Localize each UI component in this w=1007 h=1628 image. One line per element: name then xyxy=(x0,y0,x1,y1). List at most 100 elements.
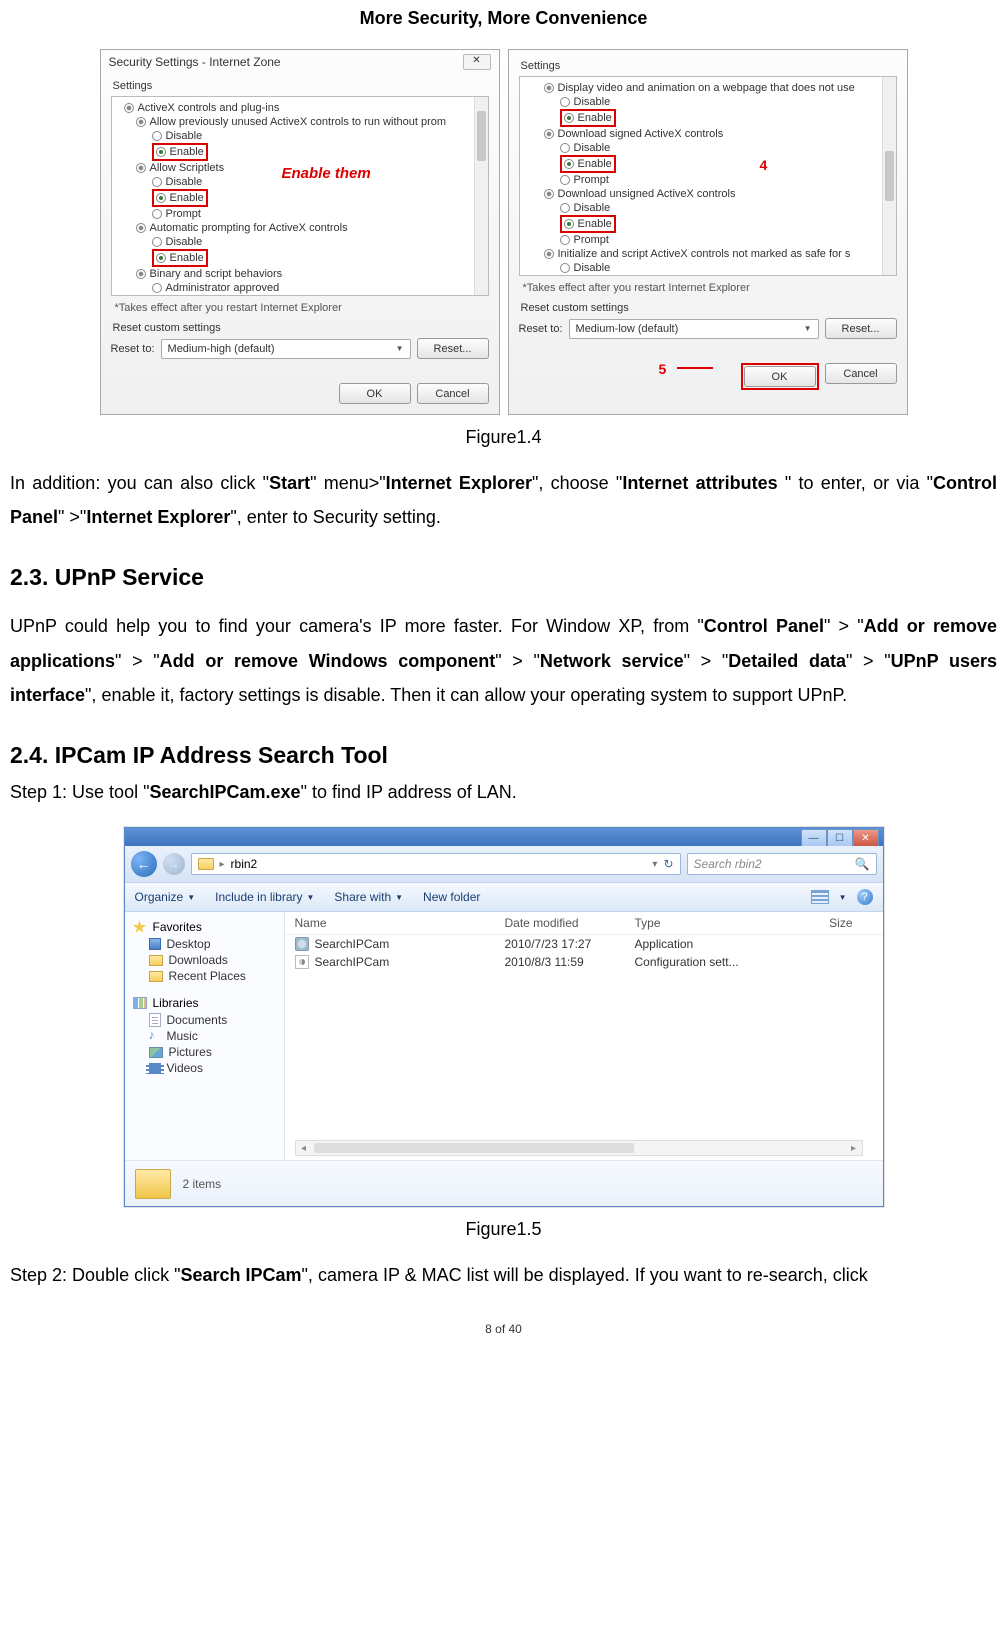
gear-icon xyxy=(124,103,134,113)
reset-section-label: Reset custom settings xyxy=(521,302,897,314)
reset-level-select[interactable]: Medium-high (default) ▼ xyxy=(161,339,411,359)
back-button[interactable]: ← xyxy=(131,851,157,877)
setting-option[interactable]: Prompt xyxy=(118,207,484,221)
setting-group-label: Initialize and script ActiveX controls n… xyxy=(558,247,851,261)
setting-option[interactable]: Enable xyxy=(118,143,484,161)
forward-button[interactable]: → xyxy=(163,853,185,875)
setting-option[interactable]: Enable xyxy=(118,189,484,207)
sidebar-desktop[interactable]: Desktop xyxy=(129,936,280,952)
address-path: rbin2 xyxy=(231,857,258,871)
setting-option-label: Prompt xyxy=(166,207,201,221)
sidebar-favorites[interactable]: Favorites xyxy=(129,918,280,936)
settings-label: Settings xyxy=(113,80,489,92)
column-name[interactable]: Name xyxy=(295,916,505,930)
setting-option[interactable]: Enable xyxy=(526,109,892,127)
settings-list: Enable them ActiveX controls and plug-in… xyxy=(111,96,489,296)
chevron-down-icon[interactable]: ▼ xyxy=(839,893,847,902)
chevron-down-icon: ▼ xyxy=(395,893,403,902)
setting-option[interactable]: Administrator approved xyxy=(118,281,484,295)
chevron-down-icon[interactable]: ▾ xyxy=(652,859,657,870)
view-options-icon[interactable] xyxy=(811,890,829,904)
reset-button[interactable]: Reset... xyxy=(825,318,897,339)
column-date[interactable]: Date modified xyxy=(505,916,635,930)
setting-group-label: Download unsigned ActiveX controls xyxy=(558,187,736,201)
minimize-button[interactable]: — xyxy=(801,829,827,847)
dialog-title: Security Settings - Internet Zone xyxy=(109,55,281,69)
column-type[interactable]: Type xyxy=(635,916,775,930)
explorer-window: — ☐ ✕ ← → ▸ rbin2 ▾ ↻ Search rbin2 🔍 xyxy=(124,827,884,1207)
radio-icon xyxy=(560,263,570,273)
address-bar[interactable]: ▸ rbin2 ▾ ↻ xyxy=(191,853,681,875)
sidebar-libraries[interactable]: Libraries xyxy=(129,994,280,1012)
organize-menu[interactable]: Organize ▼ xyxy=(135,890,196,904)
setting-option[interactable]: Disable xyxy=(526,261,892,275)
setting-option-label: Disable xyxy=(166,129,203,143)
setting-option[interactable]: Disable xyxy=(118,235,484,249)
setting-option-label: Disable xyxy=(574,95,611,109)
ok-button[interactable]: OK xyxy=(339,383,411,404)
status-text: 2 items xyxy=(183,1177,222,1191)
sidebar-recent-places[interactable]: Recent Places xyxy=(129,968,280,984)
close-icon[interactable]: ✕ xyxy=(463,54,491,70)
cancel-button[interactable]: Cancel xyxy=(825,363,897,384)
maximize-button[interactable]: ☐ xyxy=(827,829,853,847)
include-in-library-menu[interactable]: Include in library ▼ xyxy=(215,890,314,904)
sidebar-music[interactable]: ♪Music xyxy=(129,1028,280,1044)
new-folder-button[interactable]: New folder xyxy=(423,890,480,904)
setting-option[interactable]: Disable xyxy=(118,295,484,296)
close-button[interactable]: ✕ xyxy=(853,829,879,847)
sidebar-downloads[interactable]: Downloads xyxy=(129,952,280,968)
takes-effect-note: *Takes effect after you restart Internet… xyxy=(115,302,489,314)
cancel-button[interactable]: Cancel xyxy=(417,383,489,404)
setting-option[interactable]: Disable xyxy=(526,201,892,215)
radio-icon xyxy=(560,97,570,107)
setting-option[interactable]: Disable xyxy=(526,141,892,155)
chevron-down-icon: ▼ xyxy=(187,893,195,902)
reset-to-label: Reset to: xyxy=(111,343,155,355)
scroll-right-icon[interactable]: ▸ xyxy=(846,1143,862,1154)
column-size[interactable]: Size xyxy=(775,916,873,930)
radio-icon xyxy=(152,177,162,187)
setting-option-label: Enable xyxy=(170,251,204,265)
refresh-icon[interactable]: ↻ xyxy=(663,857,673,871)
file-row[interactable]: SearchIPCam2010/7/23 17:27Application xyxy=(285,935,883,953)
section-2-4-heading: 2.4. IPCam IP Address Search Tool xyxy=(10,742,997,769)
setting-option[interactable]: Enable xyxy=(526,275,892,276)
radio-icon xyxy=(156,147,166,157)
setting-group: Binary and script behaviors xyxy=(118,267,484,281)
horizontal-scrollbar[interactable]: ◂ ▸ xyxy=(295,1140,863,1156)
setting-option[interactable]: Disable xyxy=(118,129,484,143)
paragraph-step2: Step 2: Double click "Search IPCam", cam… xyxy=(10,1258,997,1292)
scroll-thumb[interactable] xyxy=(314,1143,634,1153)
scrollbar[interactable] xyxy=(474,97,488,295)
setting-option[interactable]: Disable xyxy=(526,95,892,109)
file-pane: Name Date modified Type Size SearchIPCam… xyxy=(285,912,883,1160)
file-row[interactable]: SearchIPCam2010/8/3 11:59Configuration s… xyxy=(285,953,883,971)
sidebar-videos[interactable]: Videos xyxy=(129,1060,280,1076)
setting-option[interactable]: Enable xyxy=(526,155,892,173)
scroll-left-icon[interactable]: ◂ xyxy=(296,1143,312,1154)
file-type: Configuration sett... xyxy=(635,955,775,969)
setting-option-label: Enable xyxy=(578,111,612,125)
sidebar-documents[interactable]: Documents xyxy=(129,1012,280,1028)
ok-button-highlight: OK xyxy=(741,363,819,390)
file-list-header: Name Date modified Type Size xyxy=(285,912,883,935)
setting-option[interactable]: Prompt xyxy=(526,173,892,187)
setting-group: ActiveX controls and plug-ins xyxy=(118,101,484,115)
reset-button[interactable]: Reset... xyxy=(417,338,489,359)
setting-group-label: Automatic prompting for ActiveX controls xyxy=(150,221,348,235)
scrollbar[interactable] xyxy=(882,77,896,275)
search-box[interactable]: Search rbin2 🔍 xyxy=(687,853,877,875)
reset-level-select[interactable]: Medium-low (default) ▼ xyxy=(569,319,819,339)
desktop-icon xyxy=(149,938,161,950)
share-with-menu[interactable]: Share with ▼ xyxy=(334,890,403,904)
setting-option[interactable]: Prompt xyxy=(526,233,892,247)
setting-option[interactable]: Enable xyxy=(526,215,892,233)
help-icon[interactable]: ? xyxy=(857,889,873,905)
sidebar-pictures[interactable]: Pictures xyxy=(129,1044,280,1060)
reset-level-value: Medium-low (default) xyxy=(576,323,679,335)
setting-option[interactable]: Enable xyxy=(118,249,484,267)
setting-option-label: Enable xyxy=(170,191,204,205)
ok-button[interactable]: OK xyxy=(744,366,816,387)
setting-option-label: Prompt xyxy=(574,233,609,247)
